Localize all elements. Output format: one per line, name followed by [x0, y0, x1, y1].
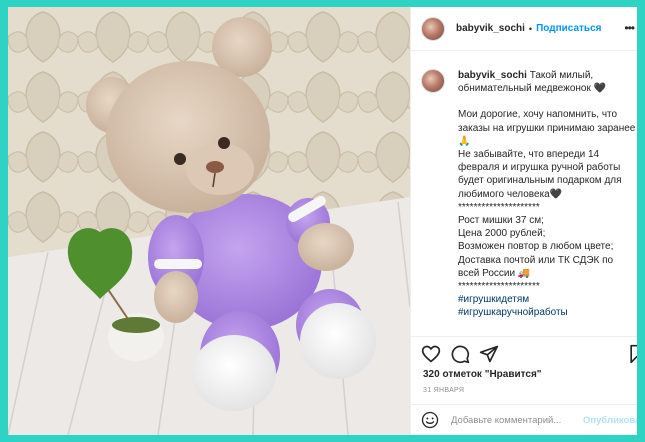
- smile-icon[interactable]: [421, 411, 439, 429]
- caption-line: Рост мишки 37 см;: [458, 215, 544, 227]
- username-link[interactable]: babyvik_sochi: [456, 23, 525, 34]
- bookmark-icon[interactable]: [627, 344, 637, 364]
- publish-button[interactable]: Опубликовать: [583, 415, 637, 426]
- avatar[interactable]: [421, 16, 445, 41]
- caption-username[interactable]: babyvik_sochi: [458, 70, 527, 81]
- action-bar: [411, 336, 637, 368]
- caption-line: Цена 2000 рублей;: [458, 228, 546, 240]
- caption-text: babyvik_sochi Такой милый, обнимательный…: [458, 69, 636, 320]
- separator-dot: •: [528, 23, 533, 34]
- caption-line: Доставка почтой или ТК СДЭК по всей Росс…: [458, 254, 616, 279]
- post-details-pane: babyvik_sochi • Подписаться ••• babyvik_…: [410, 7, 637, 435]
- follow-button[interactable]: Подписаться: [536, 23, 601, 34]
- caption-line: Возможен повтор в любом цвете;: [458, 241, 614, 253]
- post-card: babyvik_sochi • Подписаться ••• babyvik_…: [8, 7, 637, 435]
- comment-bar: Опубликовать: [411, 404, 637, 435]
- comment-input[interactable]: [451, 414, 579, 426]
- caption-avatar[interactable]: [421, 69, 445, 93]
- heart-icon[interactable]: [421, 344, 441, 364]
- comment-icon[interactable]: [450, 344, 470, 364]
- post-photo[interactable]: [8, 7, 410, 435]
- hashtag-link[interactable]: #игрушкаручнойработы: [458, 306, 636, 319]
- caption-line: *********************: [458, 281, 540, 293]
- hashtag-link[interactable]: #игрушкидетям: [458, 293, 636, 306]
- caption-line: Мои дорогие, хочу напомнить, что заказы …: [458, 109, 636, 147]
- post-date[interactable]: 31 ЯНВАРЯ: [423, 387, 464, 394]
- likes-count[interactable]: 320 отметок "Нравится": [423, 369, 542, 380]
- teddy-bear-photo: [8, 7, 410, 435]
- caption-line: *********************: [458, 201, 540, 213]
- share-icon[interactable]: [479, 344, 499, 364]
- caption-line: Не забывайте, что впереди 14 февраля и и…: [458, 149, 625, 200]
- post-header: babyvik_sochi • Подписаться •••: [411, 7, 637, 51]
- more-horizontal-icon[interactable]: •••: [624, 21, 635, 35]
